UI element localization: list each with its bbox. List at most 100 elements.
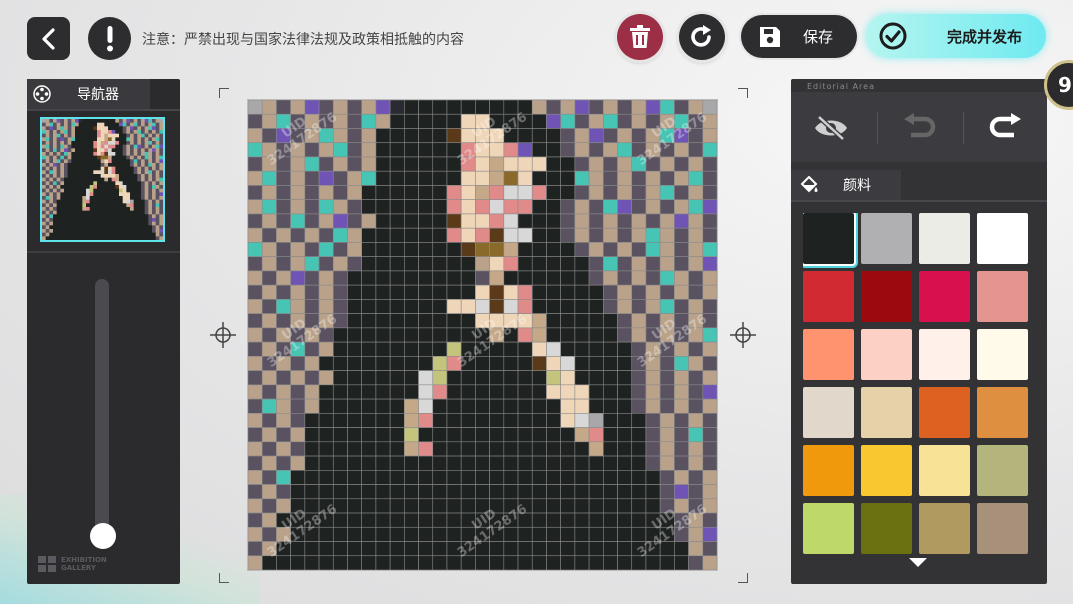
pixel-cell[interactable] — [574, 455, 590, 471]
pixel-cell[interactable] — [432, 270, 448, 286]
pixel-cell[interactable] — [347, 455, 362, 471]
pixel-cell[interactable] — [446, 384, 462, 400]
pixel-cell[interactable] — [347, 100, 362, 115]
zoom-slider-knob[interactable] — [90, 523, 116, 549]
pixel-cell[interactable] — [546, 327, 561, 343]
pixel-cell[interactable] — [489, 427, 505, 443]
pixel-cell[interactable] — [446, 100, 462, 115]
pixel-cell[interactable] — [574, 170, 590, 186]
pixel-cell[interactable] — [304, 341, 320, 357]
pixel-cell[interactable] — [418, 484, 434, 500]
pixel-cell[interactable] — [347, 512, 362, 528]
pixel-cell[interactable] — [659, 356, 675, 371]
pixel-cell[interactable] — [631, 185, 647, 200]
pixel-cell[interactable] — [588, 284, 604, 300]
pixel-cell[interactable] — [261, 398, 277, 414]
pixel-cell[interactable] — [702, 100, 717, 115]
pixel-cell[interactable] — [418, 170, 434, 186]
pixel-cell[interactable] — [602, 484, 618, 500]
pixel-cell[interactable] — [276, 512, 291, 528]
pixel-cell[interactable] — [404, 156, 419, 172]
pixel-cell[interactable] — [389, 341, 405, 357]
pixel-cell[interactable] — [248, 370, 263, 386]
pixel-cell[interactable] — [432, 427, 448, 443]
pixel-cell[interactable] — [688, 113, 704, 129]
pixel-cell[interactable] — [389, 284, 405, 300]
pixel-cell[interactable] — [602, 270, 618, 286]
pixel-cell[interactable] — [361, 185, 377, 200]
pixel-cell[interactable] — [432, 484, 448, 500]
pixel-cell[interactable] — [631, 541, 647, 557]
pixel-cell[interactable] — [659, 284, 675, 300]
pixel-cell[interactable] — [375, 413, 391, 428]
pixel-cell[interactable] — [617, 541, 633, 557]
pixel-cell[interactable] — [702, 299, 717, 314]
pixel-cell[interactable] — [659, 227, 675, 243]
pixel-cell[interactable] — [588, 100, 604, 115]
pixel-cell[interactable] — [446, 242, 462, 257]
pixel-cell[interactable] — [248, 413, 263, 428]
pixel-cell[interactable] — [318, 413, 334, 428]
pixel-cell[interactable] — [375, 512, 391, 528]
pixel-cell[interactable] — [617, 370, 633, 386]
pixel-cell[interactable] — [460, 555, 476, 570]
pixel-cell[interactable] — [546, 128, 561, 144]
pixel-cell[interactable] — [404, 313, 419, 329]
pixel-cell[interactable] — [617, 213, 633, 229]
pixel-cell[interactable] — [531, 327, 547, 343]
pixel-cell[interactable] — [659, 541, 675, 557]
pixel-cell[interactable] — [531, 142, 547, 158]
pixel-cell[interactable] — [503, 113, 519, 129]
pixel-cell[interactable] — [276, 299, 291, 314]
pixel-cell[interactable] — [645, 170, 661, 186]
pixel-cell[interactable] — [560, 413, 576, 428]
pixel-cell[interactable] — [688, 398, 704, 414]
pixel-cell[interactable] — [659, 128, 675, 144]
pixel-cell[interactable] — [560, 299, 576, 314]
pixel-cell[interactable] — [375, 370, 391, 386]
pixel-cell[interactable] — [418, 413, 434, 428]
pixel-cell[interactable] — [645, 341, 661, 357]
pixel-cell[interactable] — [318, 441, 334, 457]
pixel-cell[interactable] — [702, 541, 717, 557]
pixel-cell[interactable] — [588, 555, 604, 570]
pixel-cell[interactable] — [688, 384, 704, 400]
pixel-cell[interactable] — [432, 213, 448, 229]
pixel-cell[interactable] — [517, 356, 533, 371]
pixel-cell[interactable] — [375, 526, 391, 542]
pixel-cell[interactable] — [503, 526, 519, 542]
pixel-cell[interactable] — [290, 455, 306, 471]
pixel-cell[interactable] — [261, 469, 277, 485]
pixel-cell[interactable] — [588, 356, 604, 371]
pixel-cell[interactable] — [304, 541, 320, 557]
pixel-cell[interactable] — [617, 284, 633, 300]
pixel-cell[interactable] — [248, 242, 263, 257]
pixel-cell[interactable] — [489, 256, 505, 272]
pixel-cell[interactable] — [588, 128, 604, 144]
pixel-cell[interactable] — [645, 484, 661, 500]
pixel-cell[interactable] — [531, 370, 547, 386]
pixel-cell[interactable] — [517, 284, 533, 300]
pixel-cell[interactable] — [602, 199, 618, 215]
pixel-cell[interactable] — [659, 170, 675, 186]
pixel-cell[interactable] — [460, 484, 476, 500]
pixel-cell[interactable] — [602, 242, 618, 257]
pixel-cell[interactable] — [290, 413, 306, 428]
pixel-cell[interactable] — [688, 427, 704, 443]
pixel-cell[interactable] — [602, 455, 618, 471]
pixel-cell[interactable] — [517, 213, 533, 229]
pixel-cell[interactable] — [617, 484, 633, 500]
pixel-cell[interactable] — [546, 156, 561, 172]
pixel-cell[interactable] — [574, 299, 590, 314]
pixel-cell[interactable] — [248, 199, 263, 215]
pixel-cell[interactable] — [276, 370, 291, 386]
pixel-cell[interactable] — [588, 113, 604, 129]
pixel-cell[interactable] — [404, 256, 419, 272]
pixel-cell[interactable] — [446, 455, 462, 471]
pixel-cell[interactable] — [318, 113, 334, 129]
pixel-cell[interactable] — [304, 213, 320, 229]
pixel-cell[interactable] — [702, 413, 717, 428]
pixel-cell[interactable] — [347, 541, 362, 557]
pixel-cell[interactable] — [560, 142, 576, 158]
pixel-cell[interactable] — [318, 156, 334, 172]
